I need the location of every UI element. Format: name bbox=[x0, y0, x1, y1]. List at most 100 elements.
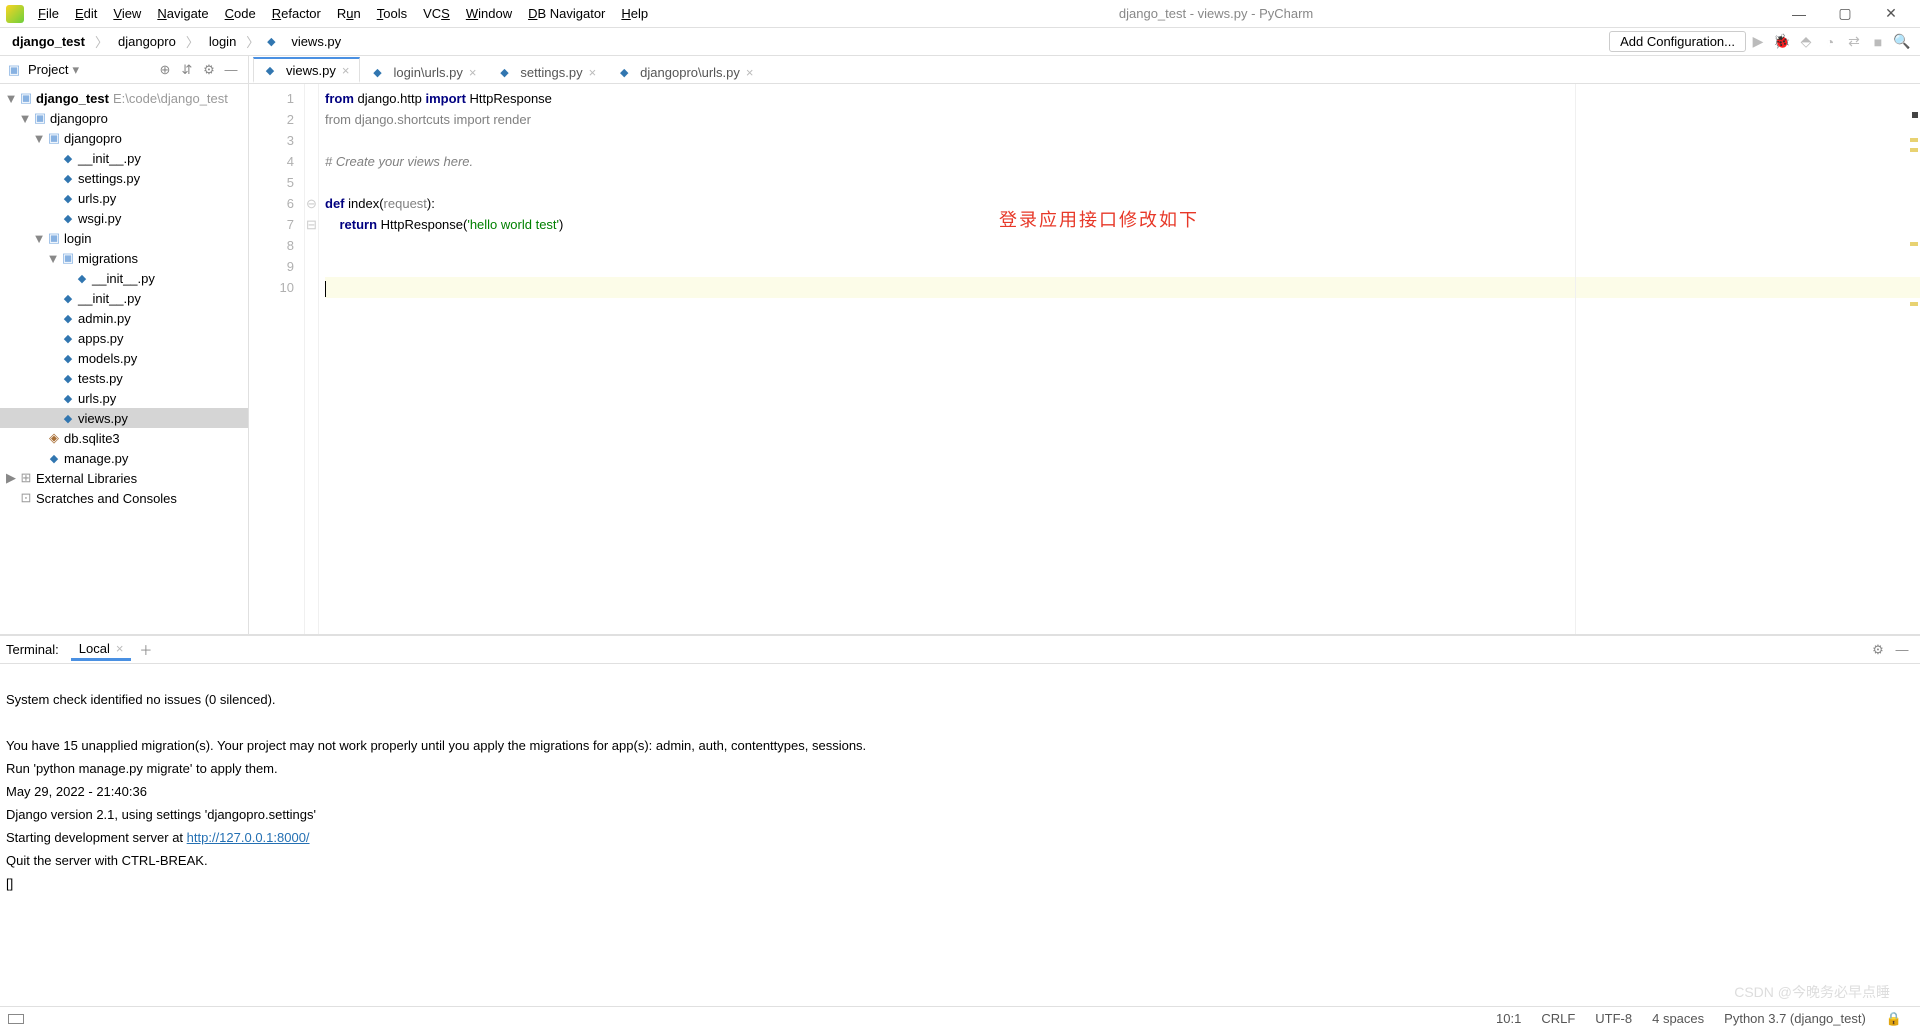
tree-item[interactable]: ◆__init__.py bbox=[0, 268, 248, 288]
project-sidebar: ▣ Project ▾ ⊕ ⇵ ⚙ — ▼▣django_testE:\code… bbox=[0, 56, 249, 634]
server-url-link[interactable]: http://127.0.0.1:8000/ bbox=[187, 830, 310, 845]
menu-window[interactable]: Window bbox=[458, 2, 520, 25]
tab-close-icon[interactable]: × bbox=[116, 641, 124, 656]
menu-help[interactable]: Help bbox=[613, 2, 656, 25]
crumb-sep: 〉 bbox=[246, 32, 259, 51]
code-content[interactable]: from django.http import HttpResponse fro… bbox=[319, 84, 1920, 634]
warning-marker[interactable] bbox=[1910, 302, 1918, 306]
tab-close-icon[interactable]: × bbox=[746, 65, 754, 80]
editor-area: ◆views.py× ◆login\urls.py× ◆settings.py×… bbox=[249, 56, 1920, 634]
tree-item[interactable]: ◆__init__.py bbox=[0, 288, 248, 308]
tab-views[interactable]: ◆views.py× bbox=[253, 57, 360, 83]
minimize-button[interactable]: — bbox=[1776, 6, 1822, 22]
tree-item[interactable]: ◆urls.py bbox=[0, 388, 248, 408]
status-interpreter[interactable]: Python 3.7 (django_test) bbox=[1714, 1011, 1876, 1026]
tree-item[interactable]: ◆manage.py bbox=[0, 448, 248, 468]
menu-navigate[interactable]: Navigate bbox=[149, 2, 216, 25]
right-margin-guide bbox=[1575, 84, 1576, 634]
settings-icon[interactable]: ⚙ bbox=[198, 62, 220, 78]
menu-dbnav[interactable]: DB Navigator bbox=[520, 2, 613, 25]
tree-login[interactable]: ▼▣login bbox=[0, 228, 248, 248]
status-indent[interactable]: 4 spaces bbox=[1642, 1011, 1714, 1026]
tab-label: login\urls.py bbox=[393, 65, 462, 80]
tab-login-urls[interactable]: ◆login\urls.py× bbox=[360, 60, 487, 83]
tab-close-icon[interactable]: × bbox=[342, 63, 350, 78]
analysis-ok-marker bbox=[1912, 112, 1918, 118]
menu-file[interactable]: File bbox=[30, 2, 67, 25]
crumb-file[interactable]: views.py bbox=[285, 32, 347, 51]
status-encoding[interactable]: UTF-8 bbox=[1585, 1011, 1642, 1026]
status-lock-icon[interactable]: 🔒 bbox=[1876, 1011, 1912, 1027]
editor-tabs: ◆views.py× ◆login\urls.py× ◆settings.py×… bbox=[249, 56, 1920, 84]
tab-label: views.py bbox=[286, 63, 336, 78]
crumb-djangopro[interactable]: djangopro bbox=[112, 32, 182, 51]
maximize-button[interactable]: ▢ bbox=[1822, 5, 1868, 22]
caret bbox=[325, 281, 326, 297]
tree-item[interactable]: ◆__init__.py bbox=[0, 148, 248, 168]
collapse-icon[interactable]: ⇵ bbox=[176, 62, 198, 78]
dropdown-icon[interactable]: ▾ bbox=[72, 62, 79, 78]
tree-item[interactable]: ◆wsgi.py bbox=[0, 208, 248, 228]
terminal-header: Terminal: Local× ＋ ⚙ — bbox=[0, 636, 1920, 664]
tab-close-icon[interactable]: × bbox=[589, 65, 597, 80]
tree-item[interactable]: ◆models.py bbox=[0, 348, 248, 368]
python-file-icon: ◆ bbox=[496, 66, 512, 79]
status-line-sep[interactable]: CRLF bbox=[1531, 1011, 1585, 1026]
warning-marker[interactable] bbox=[1910, 242, 1918, 246]
tab-close-icon[interactable]: × bbox=[469, 65, 477, 80]
attach-icon[interactable]: ⇄ bbox=[1842, 33, 1866, 50]
project-tree: ▼▣django_testE:\code\django_test ▼▣djang… bbox=[0, 84, 248, 634]
tree-item[interactable]: ◆urls.py bbox=[0, 188, 248, 208]
debug-icon[interactable]: 🐞 bbox=[1770, 33, 1794, 50]
run-icon[interactable]: ▶ bbox=[1746, 33, 1770, 50]
tree-item[interactable]: ◆tests.py bbox=[0, 368, 248, 388]
menu-view[interactable]: View bbox=[105, 2, 149, 25]
code-editor[interactable]: 12345678910 ⊖⊟ from django.http import H… bbox=[249, 84, 1920, 634]
project-label[interactable]: Project bbox=[28, 62, 68, 77]
menu-tools[interactable]: Tools bbox=[369, 2, 415, 25]
terminal-settings-icon[interactable]: ⚙ bbox=[1866, 642, 1890, 658]
tree-scratches[interactable]: ⊡Scratches and Consoles bbox=[0, 488, 248, 508]
tree-item[interactable]: ◆settings.py bbox=[0, 168, 248, 188]
terminal-output[interactable]: System check identified no issues (0 sil… bbox=[0, 664, 1920, 848]
tree-item-views[interactable]: ◆views.py bbox=[0, 408, 248, 428]
status-bar: 10:1 CRLF UTF-8 4 spaces Python 3.7 (dja… bbox=[0, 1006, 1920, 1030]
tree-djangopro[interactable]: ▼▣djangopro bbox=[0, 108, 248, 128]
terminal-label: Terminal: bbox=[6, 642, 59, 657]
tree-item[interactable]: ◆admin.py bbox=[0, 308, 248, 328]
status-caret-pos[interactable]: 10:1 bbox=[1486, 1011, 1531, 1026]
warning-marker[interactable] bbox=[1910, 138, 1918, 142]
status-rect-icon[interactable] bbox=[8, 1014, 24, 1024]
tree-item[interactable]: ◆apps.py bbox=[0, 328, 248, 348]
menu-edit[interactable]: Edit bbox=[67, 2, 105, 25]
tab-settings[interactable]: ◆settings.py× bbox=[487, 60, 607, 83]
coverage-icon[interactable]: ⬘ bbox=[1794, 33, 1818, 50]
warning-marker[interactable] bbox=[1910, 148, 1918, 152]
add-configuration-button[interactable]: Add Configuration... bbox=[1609, 31, 1746, 52]
tab-djangopro-urls[interactable]: ◆djangopro\urls.py× bbox=[607, 60, 764, 83]
menu-code[interactable]: Code bbox=[217, 2, 264, 25]
menu-refactor[interactable]: Refactor bbox=[264, 2, 329, 25]
menubar: File Edit View Navigate Code Refactor Ru… bbox=[0, 0, 1920, 28]
stop-icon[interactable]: ■ bbox=[1866, 34, 1890, 50]
crumb-login[interactable]: login bbox=[203, 32, 242, 51]
crumb-root[interactable]: django_test bbox=[6, 32, 91, 51]
tree-item[interactable]: ◈db.sqlite3 bbox=[0, 428, 248, 448]
tree-djangopro-pkg[interactable]: ▼▣djangopro bbox=[0, 128, 248, 148]
search-icon[interactable]: 🔍 bbox=[1890, 33, 1914, 50]
hide-icon[interactable]: — bbox=[220, 62, 242, 77]
menu-run[interactable]: Run bbox=[329, 2, 369, 25]
menu-vcs[interactable]: VCS bbox=[415, 2, 458, 25]
locate-icon[interactable]: ⊕ bbox=[154, 62, 176, 78]
tree-root[interactable]: ▼▣django_testE:\code\django_test bbox=[0, 88, 248, 108]
terminal-tab-local[interactable]: Local× bbox=[71, 639, 132, 661]
crumb-sep: 〉 bbox=[95, 32, 108, 51]
tree-migrations[interactable]: ▼▣migrations bbox=[0, 248, 248, 268]
close-button[interactable]: ✕ bbox=[1868, 5, 1914, 22]
tree-external-libs[interactable]: ▶⊞External Libraries bbox=[0, 468, 248, 488]
new-terminal-button[interactable]: ＋ bbox=[139, 640, 152, 659]
profile-icon[interactable]: ◔ bbox=[1818, 34, 1842, 50]
project-tool-header: ▣ Project ▾ ⊕ ⇵ ⚙ — bbox=[0, 56, 248, 84]
line-gutter: 12345678910 bbox=[249, 84, 305, 634]
terminal-hide-icon[interactable]: — bbox=[1890, 642, 1914, 657]
